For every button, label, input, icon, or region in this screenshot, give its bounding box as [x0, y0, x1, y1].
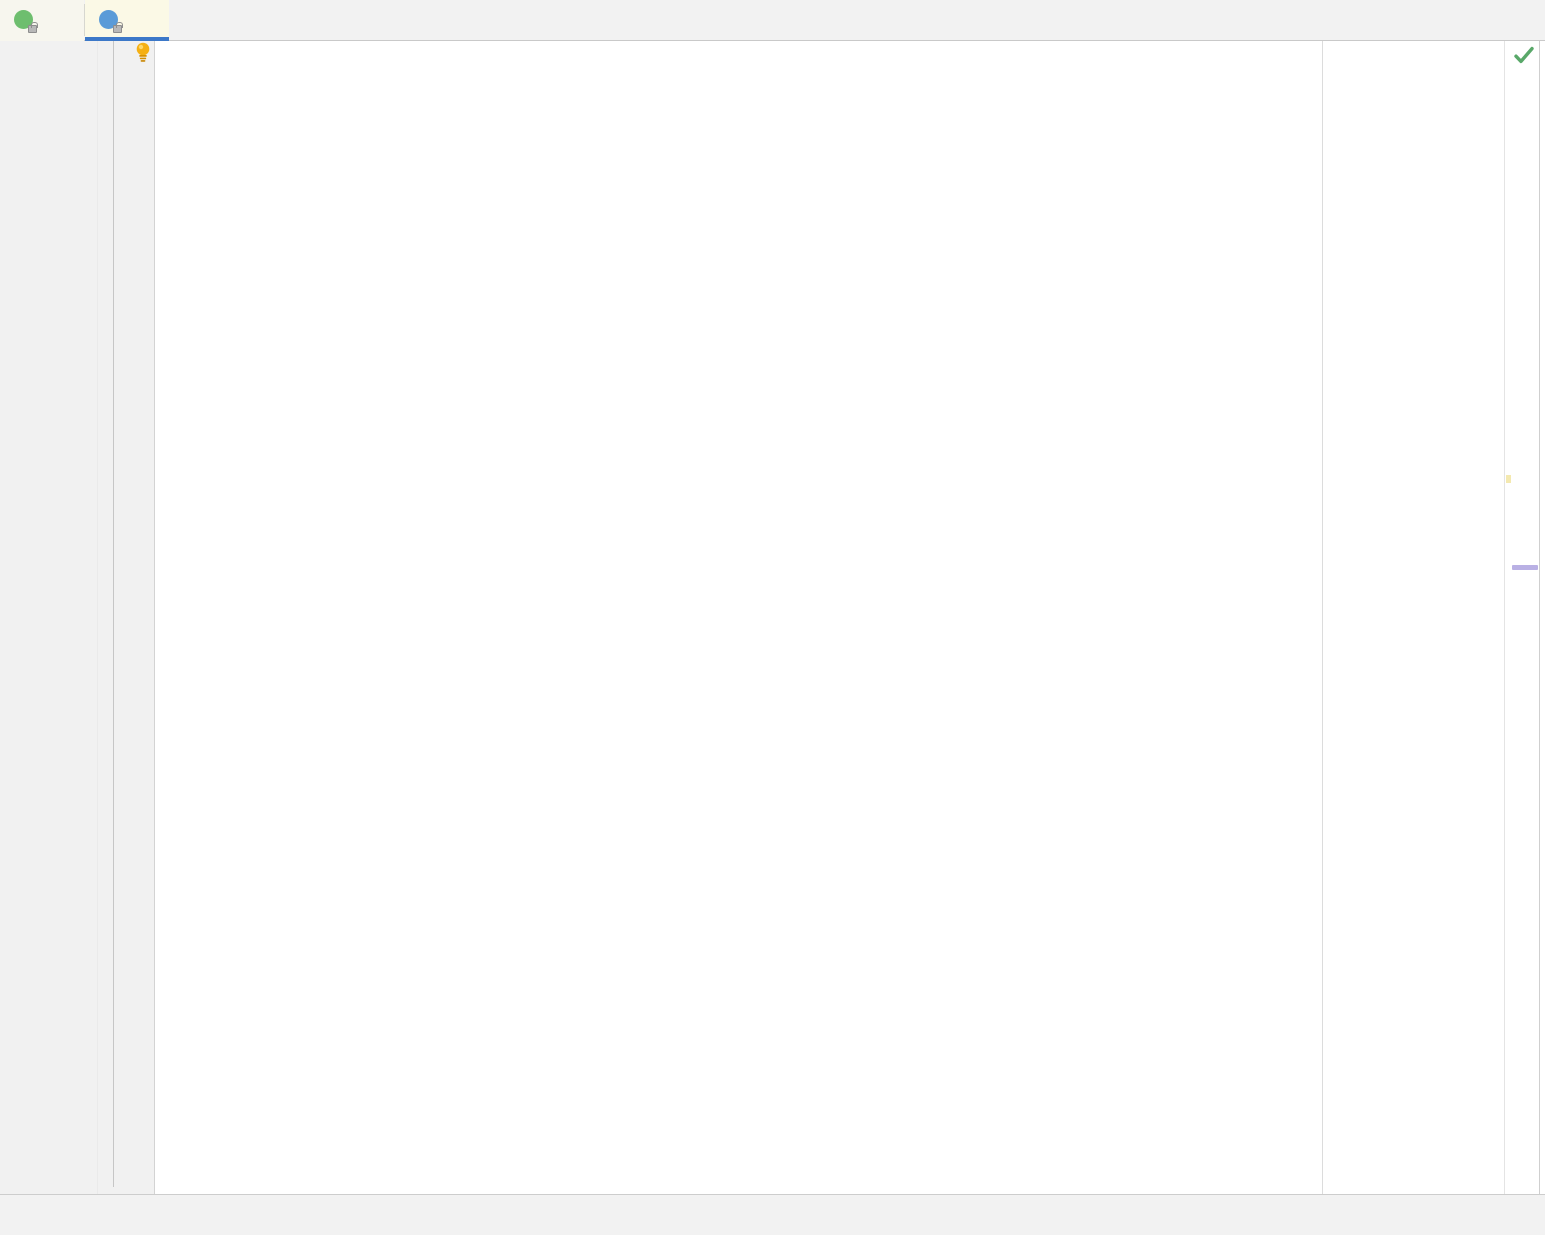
editor-tab-bar	[0, 0, 1545, 41]
scrollbar-marker-caret[interactable]	[1512, 565, 1538, 570]
lightbulb-icon[interactable]	[133, 41, 153, 63]
editor-scrollbar-track[interactable]	[1515, 72, 1533, 1182]
breadcrumb	[0, 1194, 1545, 1235]
code-editor[interactable]	[0, 41, 1545, 1194]
inspection-ok-icon[interactable]	[1513, 44, 1535, 66]
interface-icon	[14, 9, 38, 33]
right-strip-divider	[1539, 41, 1540, 1194]
code-lines[interactable]	[0, 41, 1504, 1194]
editor-tab-driver-class[interactable]	[0, 0, 84, 41]
lock-badge-icon	[113, 21, 123, 33]
lock-badge-icon	[28, 21, 38, 33]
class-icon	[99, 9, 123, 33]
scrollbar-marker-highlight[interactable]	[1506, 475, 1511, 483]
ide-editor-window	[0, 0, 1545, 1235]
editor-tab-drivermanager-java[interactable]	[85, 0, 169, 41]
